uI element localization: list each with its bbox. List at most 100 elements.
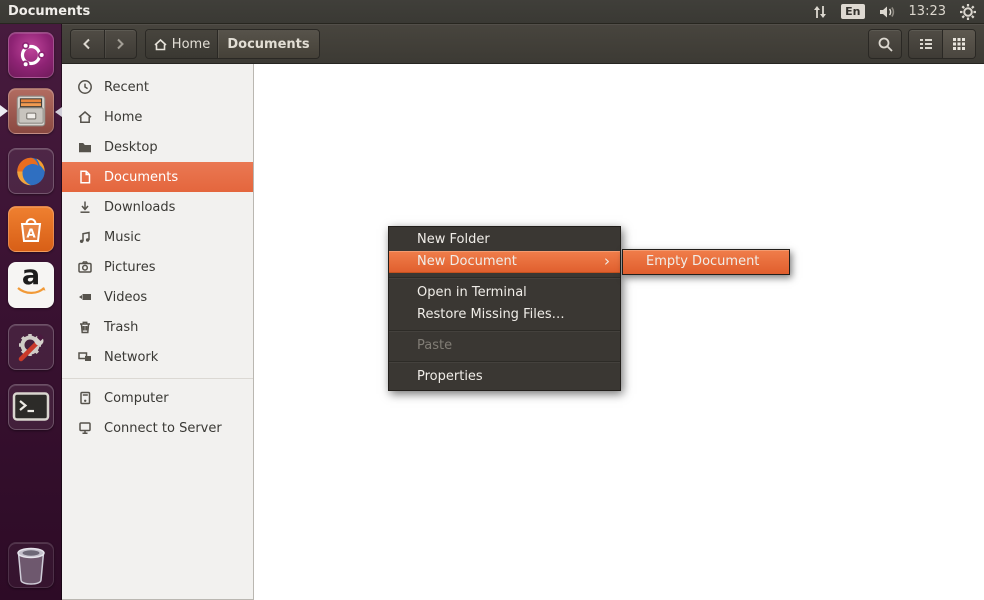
svg-text:A: A	[26, 227, 36, 241]
context-menu: New Folder New Document › Open in Termin…	[388, 226, 621, 391]
amazon-letter: a	[22, 266, 40, 286]
search-button[interactable]	[868, 29, 902, 59]
menu-item-properties[interactable]: Properties	[389, 366, 620, 388]
app-title: Documents	[0, 4, 90, 19]
menu-item-open-in-terminal[interactable]: Open in Terminal	[389, 282, 620, 304]
pictures-icon	[77, 259, 93, 275]
home-icon	[153, 37, 168, 52]
sidebar-item-label: Network	[104, 350, 158, 365]
chevron-right-icon	[112, 36, 128, 52]
breadcrumb-home[interactable]: Home	[146, 30, 217, 58]
sidebar-item-label: Music	[104, 230, 141, 245]
sidebar-item-label: Connect to Server	[104, 421, 222, 436]
shopping-bag-icon: A	[14, 212, 48, 246]
launcher-item-files[interactable]	[8, 88, 54, 134]
sidebar-item-videos[interactable]: Videos	[62, 282, 253, 312]
sidebar-item-desktop[interactable]: Desktop	[62, 132, 253, 162]
terminal-icon	[12, 391, 50, 423]
gear-wrench-icon	[13, 329, 49, 365]
submenu-arrow-icon: ›	[604, 251, 610, 272]
menu-item-restore-missing-files[interactable]: Restore Missing Files…	[389, 304, 620, 326]
grid-view-button[interactable]	[942, 30, 975, 58]
sidebar-item-documents[interactable]: Documents	[62, 162, 253, 192]
menu-item-label: Empty Document	[646, 254, 759, 269]
server-icon	[77, 420, 93, 436]
path-bar: Home Documents	[145, 29, 320, 59]
sidebar-item-trash[interactable]: Trash	[62, 312, 253, 342]
new-document-submenu: Empty Document	[622, 249, 790, 275]
breadcrumb-label: Home	[172, 37, 210, 52]
sidebar-item-music[interactable]: Music	[62, 222, 253, 252]
file-cabinet-icon	[13, 93, 49, 129]
view-toggle-group	[908, 29, 976, 59]
network-arrows-icon	[812, 4, 828, 20]
videos-icon	[77, 289, 93, 305]
sidebar-item-label: Videos	[104, 290, 147, 305]
sidebar-item-recent[interactable]: Recent	[62, 72, 253, 102]
desktop: Documents En 13:23	[0, 0, 984, 600]
gear-icon	[959, 3, 977, 21]
amazon-icon: a	[15, 274, 47, 296]
menu-item-empty-document[interactable]: Empty Document	[623, 250, 789, 274]
sidebar-item-home[interactable]: Home	[62, 102, 253, 132]
sidebar-item-label: Computer	[104, 391, 169, 406]
list-view-button[interactable]	[909, 30, 942, 58]
menu-item-label: Restore Missing Files…	[417, 307, 565, 322]
sidebar-item-computer[interactable]: Computer	[62, 383, 253, 413]
clock-indicator[interactable]: 13:23	[909, 4, 946, 19]
sidebar-item-label: Recent	[104, 80, 149, 95]
sidebar-item-label: Home	[104, 110, 142, 125]
breadcrumb-documents[interactable]: Documents	[217, 30, 319, 58]
launcher-item-ubuntu-dash[interactable]	[8, 32, 54, 78]
launcher-item-amazon[interactable]: a	[8, 262, 54, 308]
launcher-item-system-settings[interactable]	[8, 324, 54, 370]
back-button[interactable]	[71, 30, 104, 58]
unity-launcher: A a	[0, 24, 62, 600]
menu-item-label: New Document	[417, 254, 517, 269]
menu-item-label: New Folder	[417, 232, 490, 247]
computer-icon	[77, 390, 93, 406]
volume-indicator[interactable]	[878, 4, 896, 20]
menu-separator	[389, 277, 620, 278]
speaker-icon	[878, 4, 896, 20]
sidebar-item-network[interactable]: Network	[62, 342, 253, 372]
sidebar-item-pictures[interactable]: Pictures	[62, 252, 253, 282]
menu-item-label: Paste	[417, 338, 452, 353]
recent-icon	[77, 79, 93, 95]
network-icon	[77, 349, 93, 365]
launcher-item-trash[interactable]	[8, 542, 54, 588]
sidebar-item-label: Desktop	[104, 140, 158, 155]
chevron-left-icon	[79, 36, 95, 52]
running-indicator-arrow	[0, 105, 8, 117]
keyboard-layout-indicator[interactable]: En	[841, 4, 864, 19]
music-icon	[77, 229, 93, 245]
list-view-icon	[918, 36, 934, 52]
launcher-item-terminal[interactable]	[8, 384, 54, 430]
home-icon	[77, 109, 93, 125]
forward-button[interactable]	[104, 30, 137, 58]
menu-item-new-folder[interactable]: New Folder	[389, 229, 620, 251]
breadcrumb-label: Documents	[227, 37, 309, 52]
menu-item-new-document[interactable]: New Document ›	[389, 251, 620, 273]
launcher-item-firefox[interactable]	[8, 148, 54, 194]
history-nav-group	[70, 29, 137, 59]
trash-icon	[77, 319, 93, 335]
grid-view-icon	[951, 36, 967, 52]
downloads-icon	[77, 199, 93, 215]
network-indicator[interactable]	[812, 4, 828, 20]
document-icon	[77, 169, 93, 185]
menu-separator	[389, 330, 620, 331]
launcher-item-software-center[interactable]: A	[8, 206, 54, 252]
sidebar-item-downloads[interactable]: Downloads	[62, 192, 253, 222]
places-sidebar: Recent Home Desktop Documents	[62, 64, 254, 600]
files-window: Home Documents	[62, 24, 984, 600]
menu-item-label: Properties	[417, 369, 483, 384]
window-toolbar: Home Documents	[62, 24, 984, 64]
top-panel: Documents En 13:23	[0, 0, 984, 24]
magnifier-icon	[877, 36, 894, 53]
session-indicator[interactable]	[959, 3, 977, 21]
ubuntu-logo-icon	[15, 39, 47, 71]
focused-indicator-arrow	[55, 107, 62, 117]
desktop-icon	[77, 139, 93, 155]
sidebar-item-connect-to-server[interactable]: Connect to Server	[62, 413, 253, 443]
